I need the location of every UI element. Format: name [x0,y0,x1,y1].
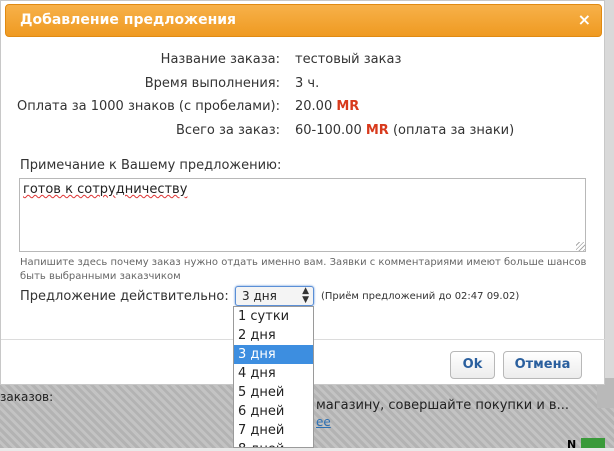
rate-value: 20.00 [295,99,333,114]
background-text: магазину, совершайте покупки и в... [316,398,569,413]
dialog-title: Добавление предложения [20,12,237,28]
close-icon[interactable]: × [578,10,591,29]
cancel-button[interactable]: Отмена [503,351,582,379]
total-value: 60-100.00 [295,123,362,138]
select-arrows-icon: ▲ ▼ [302,286,309,305]
dropdown-option[interactable]: 6 дней [234,402,313,421]
dropdown-option[interactable]: 4 дня [234,364,313,383]
rate-currency: MR [336,99,360,114]
rate-value-group: 20.00 MR [295,99,359,114]
dialog-titlebar: Добавление предложения × [5,4,602,37]
time-value: 3 ч. [295,76,320,91]
note-textarea[interactable]: готов к сотрудничеству [19,178,586,252]
resize-handle[interactable] [576,242,585,251]
time-label: Время выполнения: [144,76,280,91]
dropdown-option[interactable]: 2 дня [234,326,313,345]
background-badge: N [567,438,577,451]
order-name-label: Название заказа: [160,52,280,67]
dropdown-option[interactable]: 7 дней [234,421,313,440]
total-label: Всего за заказ: [176,123,280,138]
note-hint: Напишите здесь почему заказ нужно отдать… [20,257,587,282]
ok-button[interactable]: Ok [450,351,495,379]
dropdown-option[interactable]: 3 дня [234,345,313,364]
offer-validity-dropdown: 1 сутки 2 дня 3 дня 4 дня 5 дней 6 дней 7 дней… [233,306,314,448]
note-label: Примечание к Вашему предложению: [20,158,282,173]
dropdown-option[interactable]: 8 дней [234,440,313,447]
total-note: (оплата за знаки) [392,123,515,138]
total-value-group: 60-100.00 MR (оплата за знаки) [295,123,514,138]
offer-deadline-note: (Приём предложений до 02:47 09.02) [321,291,520,302]
background-text: заказов: [0,390,54,404]
background-link[interactable]: ее [316,415,331,429]
dropdown-option[interactable]: 1 сутки [234,307,313,326]
order-name-value: тестовый заказ [295,52,402,67]
rate-label: Оплата за 1000 знаков (с пробелами): [17,99,280,114]
total-currency: MR [365,123,389,138]
offer-validity-value: 3 дня [242,289,277,303]
background-green-indicator [581,438,605,448]
dropdown-option[interactable]: 5 дней [234,383,313,402]
offer-validity-select[interactable]: 3 дня ▲ ▼ [235,286,314,306]
offer-validity-label: Предложение действительно: [20,289,229,304]
note-text: готов к сотрудничеству [23,182,188,197]
